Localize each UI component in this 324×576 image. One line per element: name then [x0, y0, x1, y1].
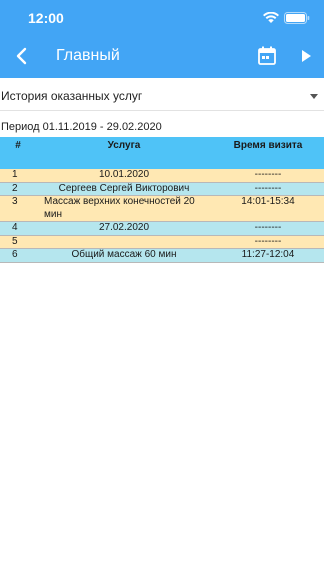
app-bar: 12:00 Главный — [0, 0, 324, 78]
row-num: 5 — [0, 235, 36, 249]
dropdown-selected-value: История оказанных услуг — [1, 89, 143, 103]
table-row[interactable]: 4 27.02.2020 -------- — [0, 221, 324, 236]
header-num: # — [0, 137, 36, 169]
row-num: 2 — [0, 182, 36, 196]
back-icon[interactable] — [10, 44, 34, 68]
row-time: -------- — [212, 235, 324, 249]
table-row[interactable]: 3 Массаж верхних конечностей 20 мин 14:0… — [0, 195, 324, 222]
row-num: 4 — [0, 221, 36, 236]
status-icons — [263, 11, 310, 25]
table-header-row: # Услуга Время визита — [0, 137, 324, 169]
row-time: 11:27-12:04 — [212, 248, 324, 263]
header-service: Услуга — [36, 137, 212, 169]
dropdown-arrow-icon — [310, 94, 318, 99]
services-table: # Услуга Время визита 1 10.01.2020 -----… — [0, 137, 324, 263]
row-service: Сергеев Сергей Викторович — [36, 182, 212, 196]
row-service: Массаж верхних конечностей 20 мин — [36, 195, 212, 222]
row-time: -------- — [212, 169, 324, 183]
wifi-icon — [263, 12, 279, 23]
row-service: 27.02.2020 — [36, 221, 212, 236]
table-row[interactable]: 5 -------- — [0, 235, 324, 249]
row-time: 14:01-15:34 — [212, 195, 324, 222]
status-time: 12:00 — [28, 10, 64, 26]
table-row[interactable]: 2 Сергеев Сергей Викторович -------- — [0, 182, 324, 196]
row-num: 1 — [0, 169, 36, 183]
page-title: Главный — [56, 47, 120, 64]
table-row[interactable]: 1 10.01.2020 -------- — [0, 169, 324, 183]
row-service: 10.01.2020 — [36, 169, 212, 183]
battery-icon — [284, 12, 310, 24]
calendar-icon[interactable] — [256, 45, 278, 67]
period-label: Период 01.11.2019 - 29.02.2020 — [1, 121, 162, 133]
row-service — [36, 235, 212, 249]
row-time: -------- — [212, 221, 324, 236]
header-time: Время визита — [212, 137, 324, 169]
play-icon[interactable] — [296, 45, 316, 67]
row-num: 6 — [0, 248, 36, 263]
row-time: -------- — [212, 182, 324, 196]
row-num: 3 — [0, 195, 36, 222]
table-row[interactable]: 6 Общий массаж 60 мин 11:27-12:04 — [0, 248, 324, 263]
row-service: Общий массаж 60 мин — [36, 248, 212, 263]
service-history-dropdown[interactable]: История оказанных услуг — [0, 80, 324, 111]
